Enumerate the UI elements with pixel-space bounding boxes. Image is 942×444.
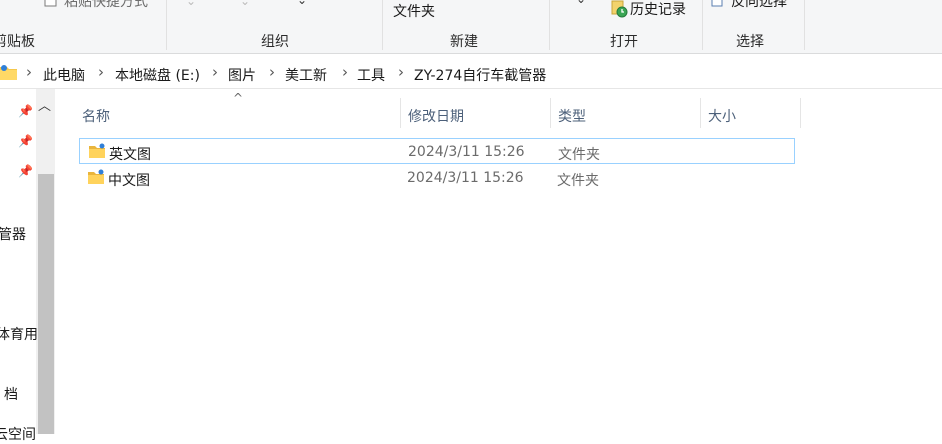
address-bar[interactable]: › 此电脑 › 本地磁盘 (E:) › 图片 › 美工新 › 工具 › ZY-2… bbox=[0, 60, 942, 89]
clipboard-group-label: 剪贴板 bbox=[0, 34, 35, 50]
pin-icon: 📌 bbox=[18, 104, 33, 118]
chevron-right-icon[interactable]: › bbox=[98, 63, 104, 81]
sort-ascending-icon: ^ bbox=[233, 91, 244, 105]
column-header-modified[interactable]: 修改日期 bbox=[408, 106, 464, 126]
file-type: 文件夹 bbox=[557, 173, 599, 189]
nav-item[interactable]: 档 bbox=[4, 384, 18, 404]
chevron-right-icon[interactable]: › bbox=[269, 63, 275, 81]
ribbon-separator bbox=[382, 0, 383, 50]
chevron-right-icon[interactable]: › bbox=[26, 63, 32, 81]
folder-icon bbox=[88, 142, 106, 160]
file-row[interactable]: 英文图 2024/3/11 15:26 文件夹 bbox=[79, 138, 795, 164]
ribbon: 粘贴快捷方式 剪贴板 ⌄ ⌄ ⌄ 组织 文件夹 新建 ⌄ 历史记录 打开 反向选… bbox=[0, 0, 942, 54]
ribbon-separator bbox=[549, 0, 550, 50]
history-button[interactable]: 历史记录 bbox=[630, 0, 686, 19]
column-separator[interactable] bbox=[700, 98, 701, 128]
address-folder-icon bbox=[0, 64, 20, 86]
column-separator[interactable] bbox=[800, 98, 801, 128]
breadcrumb-current-folder[interactable]: ZY-274自行车截管器 bbox=[414, 65, 546, 85]
select-group-label: 选择 bbox=[736, 34, 764, 50]
breadcrumb-pictures[interactable]: 图片 bbox=[228, 65, 256, 85]
paste-shortcut-button[interactable]: 粘贴快捷方式 bbox=[64, 0, 148, 11]
column-separator[interactable] bbox=[400, 98, 401, 128]
folder-icon bbox=[87, 168, 105, 186]
ribbon-separator bbox=[804, 0, 805, 50]
pin-icon: 📌 bbox=[18, 134, 33, 148]
file-type: 文件夹 bbox=[558, 147, 600, 163]
nav-item[interactable]: 云空间 bbox=[0, 424, 36, 444]
file-modified: 2024/3/11 15:26 bbox=[407, 170, 524, 186]
chevron-right-icon[interactable]: › bbox=[212, 63, 218, 81]
organize-group-label: 组织 bbox=[261, 34, 289, 50]
scroll-up-icon[interactable]: ︿ bbox=[38, 95, 51, 114]
history-icon bbox=[610, 0, 628, 22]
new-group-label: 新建 bbox=[450, 34, 478, 50]
delete-dropdown-icon[interactable]: ⌄ bbox=[297, 0, 307, 7]
nav-item[interactable]: 体育用 bbox=[0, 324, 38, 344]
column-header-type[interactable]: 类型 bbox=[558, 106, 586, 126]
file-row[interactable]: 中文图 2024/3/11 15:26 文件夹 bbox=[79, 165, 795, 191]
invert-selection-icon bbox=[711, 0, 725, 12]
invert-selection-button[interactable]: 反向选择 bbox=[731, 0, 787, 11]
file-name[interactable]: 中文图 bbox=[108, 170, 150, 190]
breadcrumb-tools[interactable]: 工具 bbox=[357, 65, 385, 85]
open-dropdown-icon[interactable]: ⌄ bbox=[576, 0, 586, 6]
breadcrumb-drive-e[interactable]: 本地磁盘 (E:) bbox=[115, 65, 200, 85]
ribbon-separator bbox=[166, 0, 167, 50]
open-group-label: 打开 bbox=[610, 34, 638, 50]
new-folder-button[interactable]: 文件夹 bbox=[393, 1, 435, 21]
breadcrumb-meigongxin[interactable]: 美工新 bbox=[285, 65, 327, 85]
ribbon-separator bbox=[702, 0, 703, 50]
column-separator[interactable] bbox=[550, 98, 551, 128]
column-header-size[interactable]: 大小 bbox=[708, 106, 736, 126]
pin-icon: 📌 bbox=[18, 164, 33, 178]
nav-scrollbar-thumb[interactable] bbox=[38, 174, 54, 434]
move-arrow-icon: ⌄ bbox=[186, 0, 197, 8]
copy-arrow-icon: ⌄ bbox=[240, 0, 251, 8]
paste-shortcut-icon bbox=[44, 0, 58, 12]
file-name[interactable]: 英文图 bbox=[109, 144, 151, 164]
nav-item[interactable]: 管器 bbox=[0, 224, 26, 244]
chevron-right-icon[interactable]: › bbox=[342, 63, 348, 81]
column-header-name[interactable]: 名称 bbox=[82, 106, 110, 126]
breadcrumb-this-pc[interactable]: 此电脑 bbox=[43, 65, 85, 85]
file-modified: 2024/3/11 15:26 bbox=[408, 144, 525, 160]
chevron-right-icon[interactable]: › bbox=[398, 63, 404, 81]
